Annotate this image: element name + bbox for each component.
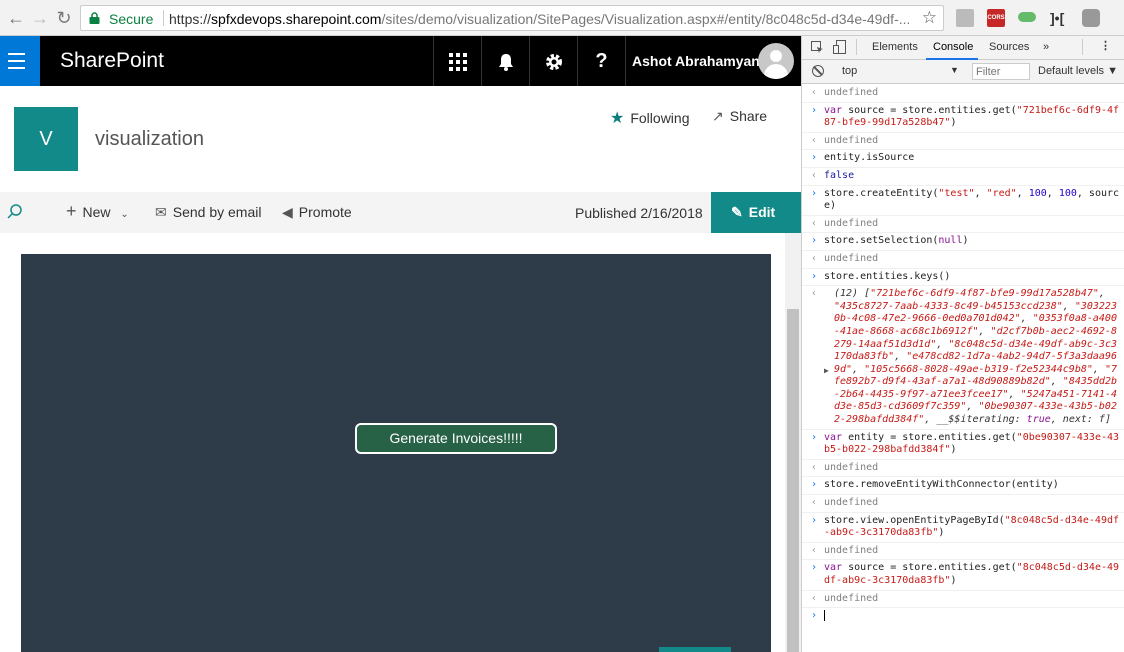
avatar[interactable] <box>758 43 794 79</box>
context-dropdown-icon[interactable]: ▼ <box>950 65 959 75</box>
site-logo-letter: V <box>39 128 53 150</box>
secure-label: Secure <box>109 11 154 27</box>
console-input-line: › store.removeEntityWithConnector(entity) <box>802 477 1124 496</box>
console-filter-input[interactable] <box>972 63 1030 80</box>
clear-console-icon[interactable] <box>812 65 824 77</box>
devtools-tabbar: Elements Console Sources » ⋮ <box>802 36 1124 60</box>
url-path: /sites/demo/visualization/SitePages/Visu… <box>381 11 909 27</box>
expand-triangle-icon[interactable]: ▶ <box>824 365 829 378</box>
bracket-icon[interactable]: ]•[ <box>1050 9 1068 27</box>
console-input-line: › var source = store.entities.get("721bef… <box>802 103 1124 133</box>
waffle-icon[interactable] <box>0 36 40 86</box>
console-result-line: ‹ undefined <box>802 543 1124 561</box>
shield-icon[interactable] <box>1082 9 1100 27</box>
canvas-footer-strip <box>659 647 731 652</box>
devtools-panel: Elements Console Sources » ⋮ top ▼ Defau… <box>801 36 1124 652</box>
context-select[interactable]: top <box>842 65 857 77</box>
promote-label: Promote <box>298 204 352 220</box>
share-button[interactable]: ↗ Share <box>712 108 767 125</box>
console-input-line: › store.view.openEntityPageById("8c048c5d… <box>802 513 1124 543</box>
inspect-icon[interactable] <box>811 41 824 54</box>
cors-icon[interactable]: CORS <box>987 9 1005 27</box>
more-tabs-icon[interactable]: » <box>1043 41 1049 53</box>
console-result-line: ‹ undefined <box>802 251 1124 269</box>
tab-elements[interactable]: Elements <box>872 41 918 53</box>
tab-console[interactable]: Console <box>933 41 973 53</box>
console-result-line: ‹ undefined <box>802 85 1124 103</box>
promote-button[interactable]: ◀ Promote <box>282 204 352 221</box>
generate-invoices-button[interactable]: Generate Invoices!!!!! <box>355 423 557 454</box>
gear-icon[interactable] <box>529 36 577 86</box>
console-result-line: ‹ undefined <box>802 591 1124 609</box>
console-result-line: ‹ undefined <box>802 216 1124 234</box>
reload-icon[interactable]: ↻ <box>54 8 74 28</box>
log-levels-select[interactable]: Default levels ▼ <box>1038 65 1118 77</box>
device-toolbar-icon[interactable] <box>833 40 847 55</box>
console-input-line: › var entity = store.entities.get("0be903… <box>802 430 1124 460</box>
search-icon[interactable] <box>6 203 24 221</box>
edit-button[interactable]: ✎ Edit <box>711 192 801 233</box>
url-text[interactable]: https://spfxdevops.sharepoint.com/sites/… <box>169 11 909 27</box>
suite-bar: SharePoint ? Ashot Abrahamyan <box>0 36 801 86</box>
kebab-menu-icon[interactable]: ⋮ <box>1100 39 1111 52</box>
lock-icon <box>89 12 100 24</box>
published-status: Published 2/16/2018 <box>575 205 703 221</box>
forward-icon[interactable]: → <box>30 8 50 28</box>
help-glyph: ? <box>595 50 608 72</box>
following-button[interactable]: ★ Following <box>610 108 689 128</box>
edit-label: Edit <box>748 204 776 220</box>
console-result-line: ‹ undefined <box>802 133 1124 151</box>
console-result-line: ‹ undefined <box>802 460 1124 478</box>
star-icon[interactable]: ☆ <box>922 8 937 28</box>
plus-icon: + <box>66 201 77 221</box>
console-input-line: › var source = store.entities.get("8c048c… <box>802 560 1124 591</box>
chevron-down-icon: ⌄ <box>120 209 129 220</box>
pencil-icon: ✎ <box>731 204 743 220</box>
app-launcher-icon[interactable] <box>433 36 481 86</box>
new-label: New <box>82 204 111 220</box>
site-title[interactable]: visualization <box>95 128 204 151</box>
console-output[interactable]: ‹ undefined › var source = store.entities.g… <box>802 85 1124 652</box>
console-toolbar: top ▼ Default levels ▼ <box>802 60 1124 84</box>
user-name[interactable]: Ashot Abrahamyan <box>632 53 760 69</box>
bell-icon[interactable] <box>481 36 529 86</box>
back-icon[interactable]: ← <box>6 8 26 28</box>
send-label: Send by email <box>172 204 262 220</box>
url-separator <box>163 10 164 26</box>
share-label: Share <box>729 108 768 124</box>
url-prefix: https:// <box>169 11 212 27</box>
site-logo[interactable]: V <box>14 107 78 171</box>
console-input-line: › store.createEntity("test", "red", 100, … <box>802 186 1124 216</box>
new-button[interactable]: + New ⌄ <box>66 201 129 221</box>
console-input-line: › entity.isSource <box>802 150 1124 168</box>
toggle-icon[interactable] <box>1018 12 1036 22</box>
send-by-email-button[interactable]: ✉ Send by email <box>155 204 261 221</box>
brand-title[interactable]: SharePoint <box>60 49 164 73</box>
console-result-line: ‹ false <box>802 168 1124 186</box>
help-icon[interactable]: ? <box>577 36 625 86</box>
tab-sources[interactable]: Sources <box>989 41 1029 53</box>
url-host: spfxdevops.sharepoint.com <box>211 11 382 27</box>
pdf-icon[interactable] <box>956 9 974 27</box>
megaphone-icon: ◀ <box>282 204 293 220</box>
browser-toolbar: ← → ↻ Secure https://spfxdevops.sharepoi… <box>0 0 1124 36</box>
console-array-output[interactable]: ‹ ▶ (12) ["721bef6c-6df9-4f87-bfe9-99d17a5… <box>802 286 1124 430</box>
visualization-canvas[interactable]: Generate Invoices!!!!! <box>21 254 771 652</box>
share-icon: ↗ <box>712 108 724 124</box>
command-bar: + New ⌄ ✉ Send by email ◀ Promote Published… <box>0 192 801 233</box>
console-input-line: › store.setSelection(null) <box>802 233 1124 251</box>
page-scrollbar-thumb[interactable] <box>787 309 799 652</box>
console-prompt[interactable]: › <box>802 608 1124 625</box>
address-bar[interactable]: Secure https://spfxdevops.sharepoint.com… <box>80 5 944 31</box>
console-input-line: › store.entities.keys() <box>802 269 1124 287</box>
cors-label: CORS <box>987 15 1005 21</box>
following-label: Following <box>630 110 690 126</box>
star-filled-icon: ★ <box>610 110 625 127</box>
console-result-line: ‹ undefined <box>802 495 1124 513</box>
mail-icon: ✉ <box>155 204 167 220</box>
